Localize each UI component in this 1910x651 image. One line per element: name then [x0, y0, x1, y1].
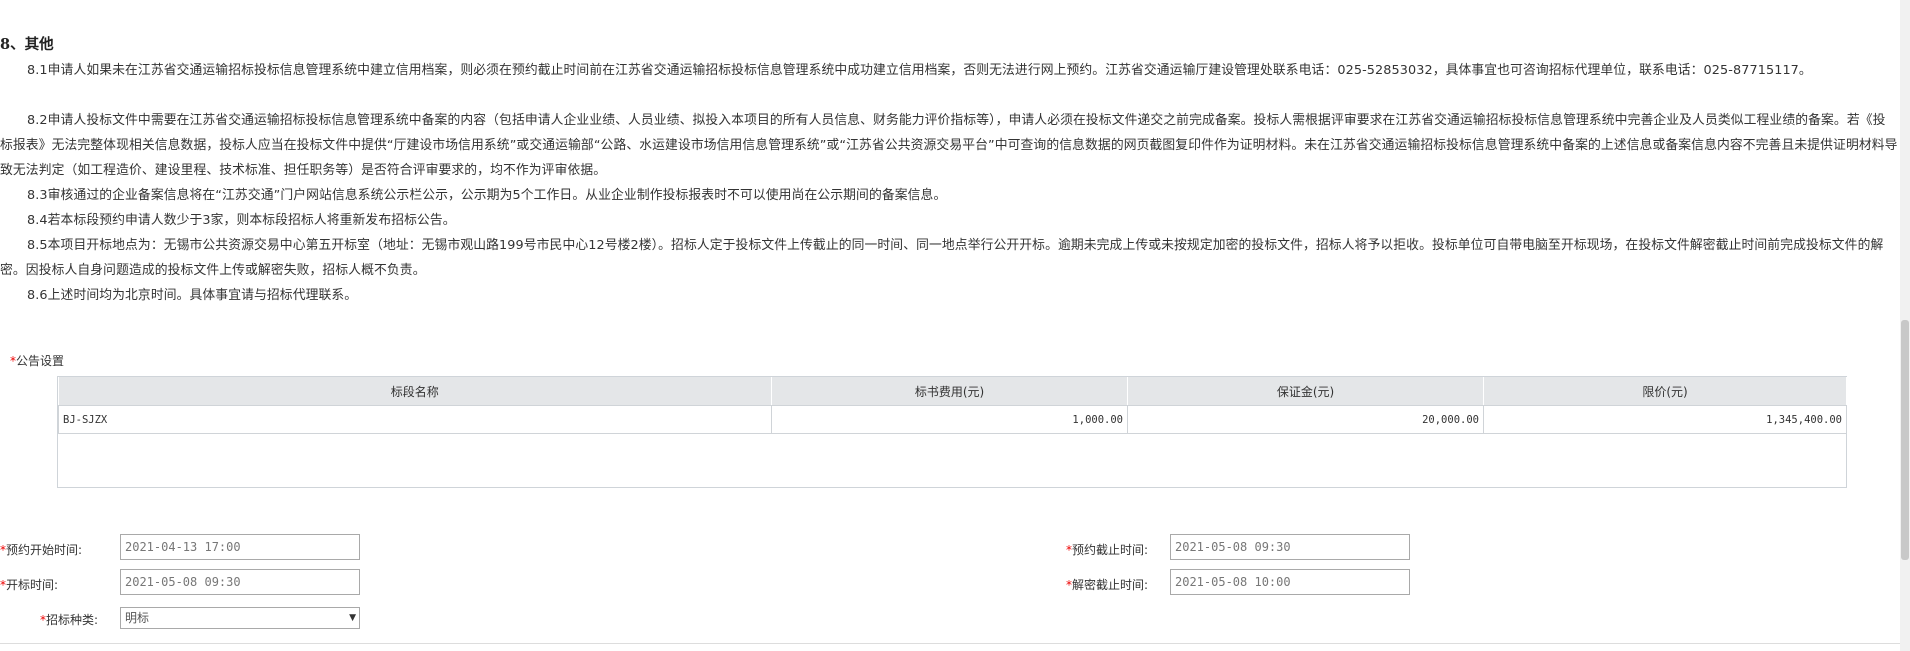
paragraph-8-3: 8.3审核通过的企业备案信息将在“江苏交通”门户网站信息系统公示栏公示，公示期为…: [27, 188, 947, 203]
column-header-price-limit: 限价(元): [1483, 377, 1847, 406]
table-header-row: 标段名称 标书费用(元) 保证金(元) 限价(元): [58, 377, 1847, 406]
scrollbar-thumb[interactable]: [1901, 320, 1909, 560]
cell-deposit: 20,000.00: [1127, 405, 1484, 434]
paragraph-8-5: 8.5本项目开标地点为：无锡市公共资源交易中心第五开标室（地址：无锡市观山路19…: [0, 238, 1884, 278]
reserve-start-label-text: 预约开始时间:: [6, 543, 83, 557]
reserve-start-label: *预约开始时间:: [0, 541, 82, 558]
decrypt-end-input[interactable]: 2021-05-08 10:00: [1170, 569, 1410, 595]
vertical-scrollbar[interactable]: [1900, 0, 1910, 651]
open-time-label-text: 开标时间:: [6, 578, 59, 592]
section-title: 8、其他: [0, 36, 54, 53]
column-header-document-fee: 标书费用(元): [771, 377, 1128, 406]
decrypt-end-label: *解密截止时间:: [1066, 576, 1148, 593]
column-header-section-name: 标段名称: [58, 377, 772, 406]
chevron-down-icon: ▼: [349, 613, 356, 623]
decrypt-end-label-text: 解密截止时间:: [1072, 578, 1149, 592]
open-time-input[interactable]: 2021-05-08 09:30: [120, 569, 360, 595]
cell-document-fee: 1,000.00: [771, 405, 1128, 434]
reserve-end-label-text: 预约截止时间:: [1072, 543, 1149, 557]
table-row[interactable]: BJ-SJZX 1,000.00 20,000.00 1,345,400.00: [58, 405, 1847, 434]
column-header-deposit: 保证金(元): [1127, 377, 1484, 406]
paragraph-8-1: 8.1申请人如果未在江苏省交通运输招标投标信息管理系统中建立信用档案，则必须在预…: [27, 63, 1812, 78]
open-time-label: *开标时间:: [0, 576, 58, 593]
bid-type-value: 明标: [125, 611, 150, 625]
bid-type-label: *招标种类:: [40, 611, 98, 628]
cell-price-limit: 1,345,400.00: [1483, 405, 1847, 434]
reserve-end-label: *预约截止时间:: [1066, 541, 1148, 558]
reserve-start-input[interactable]: 2021-04-13 17:00: [120, 534, 360, 560]
reserve-end-input[interactable]: 2021-05-08 09:30: [1170, 534, 1410, 560]
announcement-table: 标段名称 标书费用(元) 保证金(元) 限价(元) BJ-SJZX 1,000.…: [57, 376, 1847, 488]
announcement-label-text: 公告设置: [16, 354, 65, 368]
paragraph-8-2: 8.2申请人投标文件中需要在江苏省交通运输招标投标信息管理系统中备案的内容（包括…: [0, 113, 1898, 178]
announcement-settings-label: *公告设置: [10, 352, 64, 369]
cell-section-name: BJ-SJZX: [58, 405, 772, 434]
paragraph-8-6: 8.6上述时间均为北京时间。具体事宜请与招标代理联系。: [27, 288, 358, 303]
divider: [0, 643, 1900, 644]
paragraph-8-4: 8.4若本标段预约申请人数少于3家，则本标段招标人将重新发布招标公告。: [27, 213, 456, 228]
bid-type-label-text: 招标种类:: [46, 613, 99, 627]
bid-type-select[interactable]: 明标 ▼: [120, 607, 360, 629]
